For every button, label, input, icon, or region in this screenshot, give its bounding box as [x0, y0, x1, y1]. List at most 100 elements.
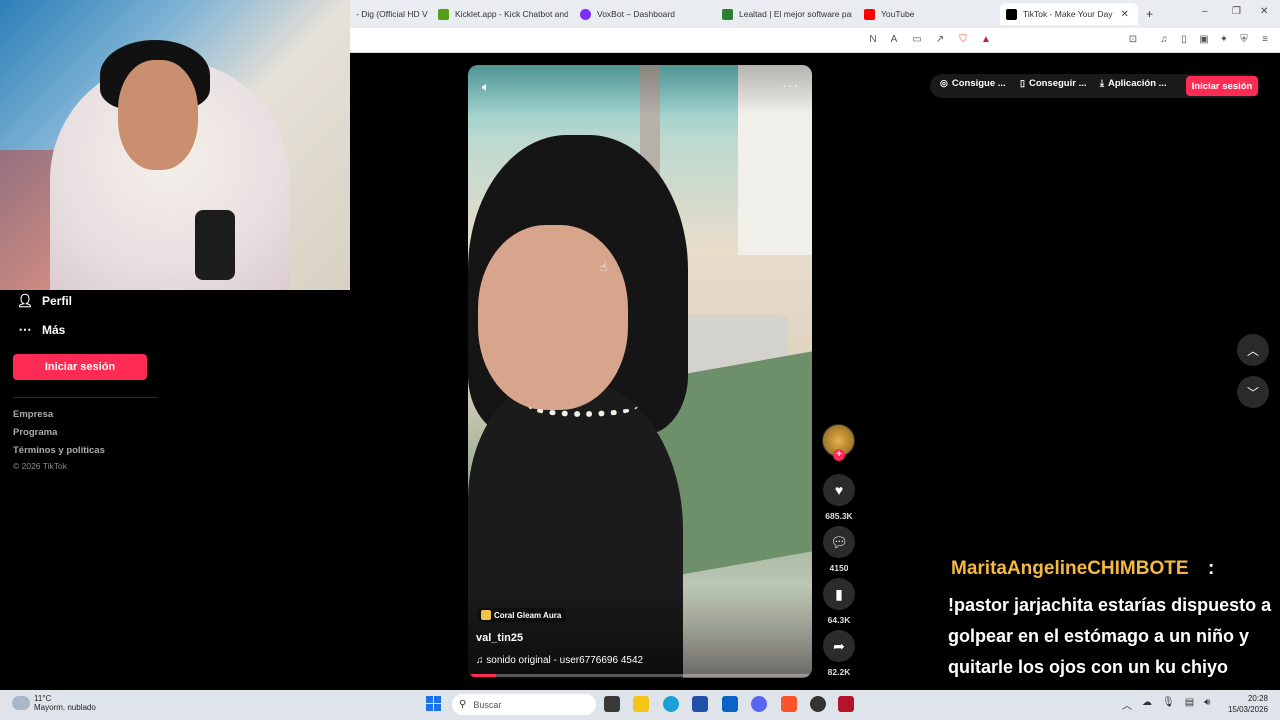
bookmark-icon: ▮ — [835, 585, 843, 602]
sidebar-login-button[interactable]: Iniciar sesión — [13, 354, 147, 380]
chevron-up-icon: ︿ — [1246, 343, 1259, 358]
cloud-sync-icon[interactable]: ☁︎ — [1142, 697, 1152, 712]
cast-icon[interactable]: ▭ — [911, 34, 923, 46]
taskbar-clock[interactable]: 20:28 15/03/2026 — [1226, 693, 1268, 715]
tab-label: Lealtad | El mejor software par — [739, 9, 852, 19]
brave-icon[interactable] — [781, 696, 797, 712]
person-icon: 👤︎ — [16, 293, 34, 308]
extensions-icon[interactable]: ✦ — [1218, 34, 1230, 46]
header-login-button[interactable]: Iniciar sesión — [1186, 76, 1258, 96]
more-options-icon[interactable]: ··· — [782, 77, 799, 93]
tab-youtube[interactable]: YouTube — [864, 3, 984, 25]
sidebar-icon[interactable]: ▯ — [1178, 34, 1190, 46]
translate-icon[interactable]: A — [888, 34, 900, 46]
discord-icon[interactable] — [751, 696, 767, 712]
brave-shield-icon[interactable]: ⛉ — [957, 34, 969, 46]
header-button-label: Consigue ... — [951, 78, 1006, 89]
close-tab-icon[interactable]: ✕ — [1120, 9, 1128, 20]
tab-kicklet[interactable]: Kicklet.app - Kick Chatbot and — [438, 3, 568, 25]
lealtad-icon — [722, 8, 733, 20]
music-icon[interactable]: ♫ — [1158, 34, 1170, 46]
voxbot-icon — [580, 8, 591, 20]
webcam-overlay — [0, 0, 350, 290]
video-progress-bar[interactable] — [468, 674, 812, 677]
wallet-icon[interactable]: ▣ — [1198, 34, 1210, 46]
network-icon[interactable]: ▤ — [1185, 697, 1194, 712]
get-app-button[interactable]: ▯ Conseguir ... — [1020, 78, 1087, 89]
close-window-icon[interactable]: ✕ — [1260, 6, 1268, 17]
comment-button[interactable]: 💬︎ — [823, 526, 855, 558]
sidebar-divider — [13, 397, 158, 398]
tab-label: - Dig (Official HD V — [356, 9, 428, 19]
footer-link-terminos[interactable]: Términos y políticas — [13, 445, 105, 456]
kicklet-icon — [438, 8, 449, 20]
chevron-down-icon: ﹀ — [1246, 385, 1259, 400]
share-button[interactable]: ➦ — [823, 630, 855, 662]
volume-icon[interactable]: 🔈︎ — [482, 79, 490, 95]
footer-link-programa[interactable]: Programa — [13, 427, 57, 438]
outlook-icon[interactable] — [722, 696, 738, 712]
store-icon[interactable] — [692, 696, 708, 712]
header-button-label: Conseguir ... — [1028, 78, 1087, 89]
video-music[interactable]: ♫ sonido original - user6776696 4542 — [476, 655, 643, 666]
header-button-label: Aplicación ... — [1107, 78, 1167, 89]
effect-label: Coral Gleam Aura — [494, 610, 562, 620]
start-button[interactable] — [426, 696, 441, 711]
new-tab-button[interactable]: + — [1146, 3, 1160, 25]
edge-icon[interactable] — [663, 696, 679, 712]
browser-toolbar: N A ▭ ↗ ⛉ ▲ ⊡ ♫ ▯ ▣ ✦ ⛨ ≡ — [350, 28, 1280, 53]
save-count: 64.3K — [827, 615, 851, 625]
video-player[interactable]: 🔈︎ ··· Coral Gleam Aura val_tin25 ♫ soni… — [468, 65, 812, 678]
follow-plus-icon[interactable]: + — [833, 449, 845, 461]
chevron-up-icon[interactable]: ︿ — [1122, 697, 1132, 712]
effect-tag[interactable]: Coral Gleam Aura — [478, 608, 567, 622]
save-button[interactable]: ▮ — [823, 578, 855, 610]
clock-date: 15/03/2026 — [1227, 705, 1268, 714]
video-author[interactable]: val_tin25 — [476, 632, 523, 644]
tab-dig[interactable]: - Dig (Official HD V — [356, 3, 436, 25]
app-icon[interactable] — [838, 696, 854, 712]
desktop-app-button[interactable]: ⤓ Aplicación ... — [1100, 78, 1167, 89]
get-coins-button[interactable]: ◎ Consigue ... — [940, 78, 1006, 89]
tab-voxbot[interactable]: VoxBot – Dashboard — [580, 3, 710, 25]
search-icon: ⚲ — [459, 699, 467, 710]
sidebar-item-label: Perfil — [42, 294, 73, 308]
coin-icon: ◎ — [940, 78, 948, 88]
volume-icon[interactable]: 🔊︎ — [1204, 697, 1210, 712]
music-label: sonido original - user6776696 4542 — [486, 655, 644, 666]
more-icon: ⋯ — [18, 322, 32, 337]
youtube-icon — [864, 8, 875, 20]
no-translate-icon[interactable]: N — [867, 34, 879, 46]
share-arrow-icon: ➦ — [833, 637, 845, 654]
like-count: 685.3K — [825, 511, 853, 521]
task-view-icon[interactable] — [604, 696, 620, 712]
screenshot-icon[interactable]: ⊡ — [1127, 34, 1139, 46]
restore-icon[interactable]: ❐ — [1232, 6, 1241, 17]
next-video-button[interactable]: ﹀ — [1237, 376, 1269, 408]
weather-widget[interactable]: 11°C Mayorm. nublado — [12, 694, 96, 712]
minimize-icon[interactable]: – — [1202, 6, 1208, 17]
search-placeholder: Buscar — [473, 699, 502, 710]
share-icon[interactable]: ↗ — [934, 34, 946, 46]
share-count: 82.2K — [827, 667, 851, 677]
vpn-icon[interactable]: ⛨ — [1238, 34, 1250, 46]
tab-lealtad[interactable]: Lealtad | El mejor software par — [722, 3, 852, 25]
tab-tiktok[interactable]: TikTok - Make Your Day ✕ — [1000, 3, 1138, 25]
menu-icon[interactable]: ≡ — [1259, 34, 1271, 46]
previous-video-button[interactable]: ︿ — [1237, 334, 1269, 366]
microphone-icon[interactable]: 🎙︎ — [1162, 697, 1175, 712]
tab-label: Kicklet.app - Kick Chatbot and — [455, 9, 568, 19]
taskbar-search[interactable]: ⚲ Buscar — [452, 694, 596, 715]
download-icon: ⤓ — [1100, 78, 1104, 88]
sidebar-item-perfil[interactable]: 👤︎ Perfil — [16, 293, 72, 309]
tab-label: TikTok - Make Your Day — [1023, 9, 1113, 19]
sidebar-item-mas[interactable]: ⋯ Más — [16, 322, 66, 338]
like-button[interactable]: ♥ — [823, 474, 855, 506]
comment-icon: 💬︎ — [830, 533, 848, 550]
rewards-icon[interactable]: ▲ — [980, 34, 992, 46]
chat-username: MaritaAngelineCHIMBOTE — [951, 558, 1189, 579]
obs-icon[interactable] — [810, 696, 826, 712]
copyright: © 2026 TikTok — [13, 461, 67, 471]
footer-link-empresa[interactable]: Empresa — [13, 409, 53, 420]
file-explorer-icon[interactable] — [633, 696, 649, 712]
